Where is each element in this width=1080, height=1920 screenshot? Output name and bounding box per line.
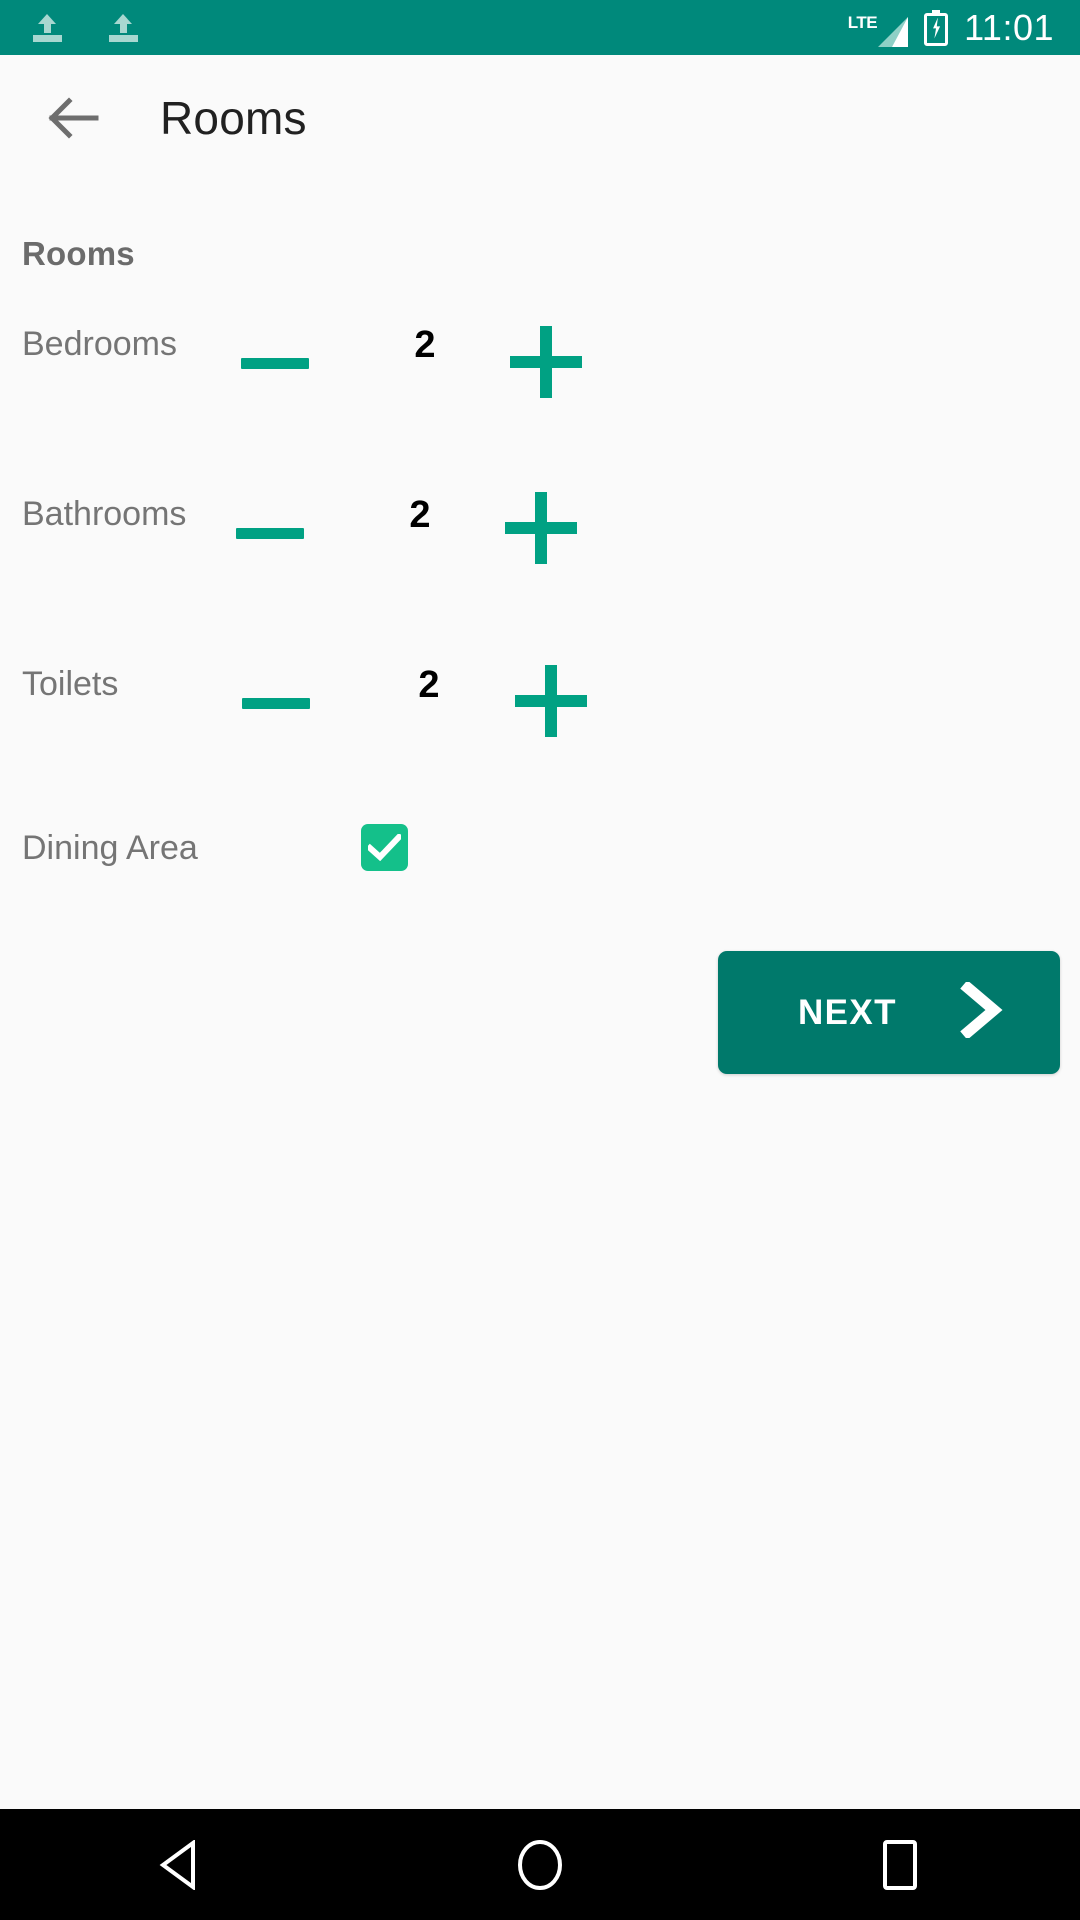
app-bar: Rooms [0, 55, 1080, 180]
stepper-label: Toilets [22, 665, 119, 703]
checkbox-row-dining-area: Dining Area [0, 783, 1080, 933]
stepper-row-toilets: Toilets 2 [0, 613, 1080, 783]
checkbox-label: Dining Area [22, 829, 198, 867]
status-notifications [0, 13, 140, 43]
status-system-icons: LTE 11:01 [847, 6, 1080, 48]
nav-recents-square-icon[interactable] [810, 1809, 990, 1920]
plus-icon[interactable] [501, 651, 601, 751]
stepper-label: Bathrooms [22, 495, 187, 533]
page-title: Rooms [160, 91, 307, 144]
minus-icon[interactable] [229, 317, 321, 409]
content-area: Rooms Bedrooms 2 Bathrooms 2 Toilets 2 D… [0, 180, 1080, 1074]
minus-icon[interactable] [230, 657, 322, 749]
android-nav-bar [0, 1809, 1080, 1920]
upload-icon [106, 13, 140, 43]
stepper-row-bedrooms: Bedrooms 2 [0, 273, 1080, 443]
signal-bars-icon: LTE [847, 11, 909, 47]
plus-icon[interactable] [491, 478, 591, 578]
plus-icon[interactable] [496, 312, 596, 412]
stepper-label: Bedrooms [22, 325, 177, 363]
stepper-value: 2 [414, 324, 436, 366]
section-header: Rooms [22, 235, 135, 272]
next-button[interactable]: NEXT [718, 951, 1060, 1074]
status-bar: LTE 11:01 [0, 0, 1080, 55]
nav-back-triangle-icon[interactable] [90, 1809, 270, 1920]
minus-icon[interactable] [224, 487, 316, 579]
battery-charging-icon [924, 9, 949, 46]
next-button-label: NEXT [798, 992, 897, 1032]
chevron-right-icon [959, 980, 1003, 1043]
upload-icon [30, 13, 64, 43]
signal-triangle-icon [878, 15, 909, 47]
dining-area-checkbox[interactable] [361, 824, 408, 871]
stepper-value: 2 [418, 664, 440, 706]
checkmark-icon [368, 834, 401, 861]
status-clock: 11:01 [964, 6, 1054, 48]
back-arrow-icon[interactable] [42, 87, 104, 149]
stepper-value: 2 [409, 494, 431, 536]
next-button-area: NEXT [0, 933, 1080, 1074]
stepper-row-bathrooms: Bathrooms 2 [0, 443, 1080, 613]
nav-home-circle-icon[interactable] [450, 1809, 630, 1920]
network-type-label: LTE [847, 12, 878, 32]
phone-screen: LTE 11:01 Rooms Rooms Bedrooms 2 Bathroo… [0, 0, 1080, 1920]
